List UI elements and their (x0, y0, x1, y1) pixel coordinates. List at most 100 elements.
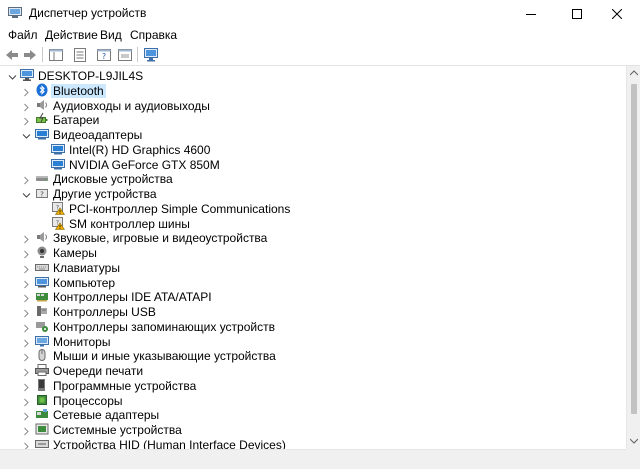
tree-node-label: Дисковые устройства (53, 172, 173, 186)
forward-button[interactable] (21, 46, 39, 63)
tree-category[interactable]: Звуковые, игровые и видеоустройства (0, 230, 620, 245)
expand-chevron-icon[interactable] (22, 410, 31, 421)
tree-node-label: Батареи (53, 113, 100, 127)
tree-category[interactable]: Контроллеры IDE ATA/ATAPI (0, 289, 620, 304)
speaker-icon (35, 98, 49, 112)
expand-chevron-icon[interactable] (22, 174, 31, 185)
menu-file[interactable]: Файл (8, 28, 38, 42)
expand-chevron-icon[interactable] (22, 337, 31, 348)
tree-category[interactable]: Дисковые устройства (0, 171, 620, 186)
toolbar: ? (0, 44, 640, 66)
status-bar (0, 463, 640, 469)
menu-bar: Файл Действие Вид Справка (0, 27, 640, 44)
expand-chevron-icon[interactable] (22, 440, 31, 449)
expand-chevron-icon[interactable] (22, 322, 31, 333)
maximize-icon (572, 8, 582, 19)
tree-node-label: NVIDIA GeForce GTX 850M (69, 158, 220, 172)
close-icon (612, 8, 622, 19)
tree-category[interactable]: Мыши и иные указывающие устройства (0, 348, 620, 363)
tree-category[interactable]: Системные устройства (0, 422, 620, 437)
tree-node-label: Системные устройства (53, 423, 182, 437)
expand-chevron-icon[interactable] (22, 425, 31, 436)
properties-button[interactable] (71, 46, 89, 63)
tree-category[interactable]: Очереди печати (0, 363, 620, 378)
tree-category[interactable]: Мониторы (0, 334, 620, 349)
expand-chevron-icon[interactable] (22, 86, 31, 97)
toolbar-separator (42, 47, 43, 62)
expand-chevron-icon[interactable] (22, 263, 31, 274)
minimize-button[interactable] (508, 0, 554, 27)
collapse-chevron-icon[interactable] (22, 189, 31, 198)
expand-chevron-icon[interactable] (22, 115, 31, 126)
minimize-icon (526, 13, 536, 15)
tree-node-label: Видеоадаптеры (53, 128, 143, 142)
collapse-chevron-icon[interactable] (22, 130, 31, 139)
tree-category[interactable]: Устройства HID (Human Interface Devices) (0, 437, 620, 449)
collapse-chevron-icon[interactable] (8, 71, 17, 80)
tree-category[interactable]: Bluetooth (0, 83, 620, 98)
tree-node-label: Клавиатуры (53, 261, 120, 275)
tree-node-label: Bluetooth (51, 84, 106, 98)
help-button[interactable]: ? (95, 46, 113, 63)
expand-chevron-icon[interactable] (22, 248, 31, 259)
usb-icon (35, 304, 49, 318)
tree-category[interactable]: Аудиовходы и аудиовыходы (0, 98, 620, 113)
menu-help[interactable]: Справка (130, 28, 177, 42)
expand-chevron-icon[interactable] (22, 381, 31, 392)
tree-node-label: Аудиовходы и аудиовыходы (53, 99, 210, 113)
device-tree[interactable]: DESKTOP-L9JIL4S Bluetooth Аудиовходы и ауд… (0, 66, 626, 449)
tree-root-computer[interactable]: DESKTOP-L9JIL4S (0, 68, 620, 83)
ide-controller-icon (35, 289, 49, 303)
speaker-icon (35, 230, 49, 244)
scan-hardware-button[interactable] (142, 46, 160, 63)
tree-category[interactable]: ? Другие устройства (0, 186, 620, 201)
scrollbar-corner (626, 449, 640, 463)
window-title: Диспетчер устройств (29, 6, 147, 20)
view-resources-button[interactable] (116, 46, 134, 63)
tree-node-label: Очереди печати (53, 364, 144, 378)
scroll-down-icon[interactable] (630, 438, 638, 444)
tree-category[interactable]: Клавиатуры (0, 260, 620, 275)
vertical-scrollbar[interactable] (626, 66, 640, 449)
title-bar[interactable]: Диспетчер устройств (0, 0, 640, 27)
processor-icon (35, 393, 49, 407)
tree-category[interactable]: Сетевые адаптеры (0, 407, 620, 422)
horizontal-scrollbar[interactable] (0, 449, 626, 464)
expand-chevron-icon[interactable] (22, 366, 31, 377)
tree-node-label: Звуковые, игровые и видеоустройства (53, 231, 268, 245)
expand-chevron-icon[interactable] (22, 396, 31, 407)
expand-chevron-icon[interactable] (22, 292, 31, 303)
expand-chevron-icon[interactable] (22, 233, 31, 244)
help-icon: ? (97, 48, 111, 61)
expand-chevron-icon[interactable] (22, 278, 31, 289)
tree-category[interactable]: Процессоры (0, 393, 620, 408)
show-hide-tree-button[interactable] (47, 46, 65, 63)
tree-device[interactable]: Intel(R) HD Graphics 4600 (0, 142, 620, 157)
tree-device[interactable]: ? PCI-контроллер Simple Communications (0, 201, 620, 216)
tree-category[interactable]: Батареи (0, 112, 620, 127)
bluetooth-icon (35, 83, 49, 97)
close-button[interactable] (594, 0, 640, 27)
expand-chevron-icon[interactable] (22, 101, 31, 112)
expand-chevron-icon[interactable] (22, 307, 31, 318)
tree-device[interactable]: ? SM контроллер шины (0, 216, 620, 231)
show-hide-tree-icon (49, 48, 63, 61)
tree-node-label: SM контроллер шины (69, 217, 190, 231)
tree-category[interactable]: Компьютер (0, 275, 620, 290)
menu-view[interactable]: Вид (100, 28, 122, 42)
tree-category[interactable]: Программные устройства (0, 378, 620, 393)
tree-device[interactable]: NVIDIA GeForce GTX 850M (0, 157, 620, 172)
scroll-up-icon[interactable] (630, 70, 638, 76)
tree-category[interactable]: Контроллеры запоминающих устройств (0, 319, 620, 334)
tree-node-label: Intel(R) HD Graphics 4600 (69, 143, 211, 157)
vertical-scroll-thumb[interactable] (631, 84, 637, 414)
tree-node-label: Контроллеры IDE ATA/ATAPI (53, 290, 212, 304)
monitor-icon (35, 334, 49, 348)
menu-action[interactable]: Действие (45, 28, 98, 42)
expand-chevron-icon[interactable] (22, 351, 31, 362)
tree-category[interactable]: Видеоадаптеры (0, 127, 620, 142)
tree-category[interactable]: Камеры (0, 245, 620, 260)
tree-category[interactable]: Контроллеры USB (0, 304, 620, 319)
back-button[interactable] (3, 46, 21, 63)
system-device-icon (35, 422, 49, 436)
